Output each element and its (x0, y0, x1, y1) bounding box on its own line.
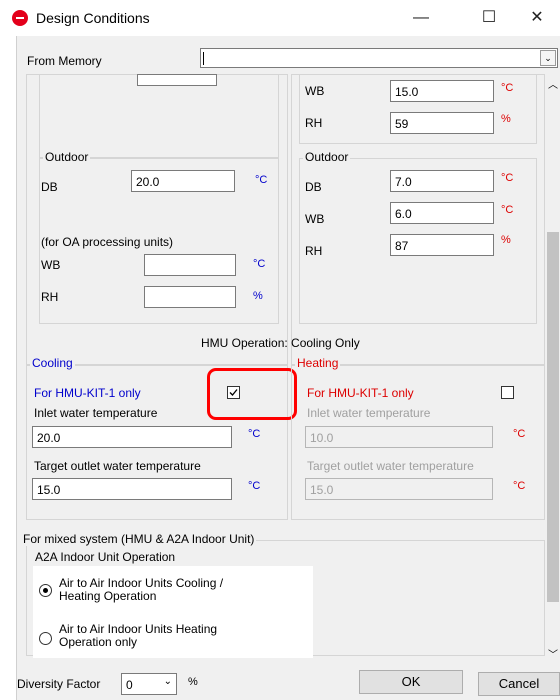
outdoor-left-title: Outdoor (43, 150, 91, 164)
outdoor-right-db-field[interactable]: 7.0 (390, 170, 494, 192)
indoor-rh-label: RH (305, 116, 323, 130)
window-title: Design Conditions (36, 10, 150, 26)
scrollbar-thumb[interactable] (547, 232, 559, 602)
outdoor-left-db-unit: °C (255, 174, 268, 186)
outdoor-left-wb-unit: °C (253, 258, 266, 270)
mixed-system-title: For mixed system (HMU & A2A Indoor Unit) (21, 532, 257, 546)
outdoor-left-rh-unit: % (253, 290, 263, 302)
outdoor-right-wb-unit: °C (501, 204, 514, 216)
dialog-body: From Memory ⌄ ︿ ﹀ WB 15.0 °C RH 59 % Out… (16, 36, 560, 700)
hmu-operation-label: HMU Operation: Cooling Only (201, 336, 360, 350)
a2a-operation-subtitle: A2A Indoor Unit Operation (35, 550, 176, 564)
diversity-factor-label: Diversity Factor (17, 677, 101, 691)
heating-kit-checkbox[interactable] (501, 386, 514, 399)
cooling-inlet-field[interactable]: 20.0 (32, 426, 232, 448)
diversity-factor-select[interactable]: 0 ⌄ (121, 673, 177, 695)
indoor-rh-field[interactable]: 59 (390, 112, 494, 134)
radio-dot-icon (43, 588, 48, 593)
indoor-wb-label: WB (305, 84, 325, 98)
a2a-option1-line2[interactable]: Heating Operation (59, 589, 156, 603)
minimize-button[interactable]: — (398, 4, 444, 32)
outa-processing-note: (for OA processing units) (41, 235, 174, 249)
heating-kit-label: For HMU-KIT-1 only (307, 386, 414, 400)
scroll-down-icon[interactable]: ﹀ (548, 646, 558, 661)
highlight-box (207, 368, 297, 420)
heating-inlet-label: Inlet water temperature (307, 406, 431, 420)
close-button[interactable]: ✕ (514, 4, 560, 32)
outdoor-left-rh-label: RH (41, 290, 59, 304)
outdoor-left-db-field[interactable]: 20.0 (131, 170, 235, 192)
maximize-button[interactable]: ☐ (466, 4, 512, 32)
outdoor-right-title: Outdoor (303, 150, 351, 164)
cooling-target-label: Target outlet water temperature (34, 459, 201, 473)
indoor-wb-unit: °C (501, 82, 514, 94)
outdoor-left-db-label: DB (41, 180, 58, 194)
from-memory-combo[interactable]: ⌄ (200, 48, 558, 68)
outdoor-right-wb-label: WB (305, 212, 325, 226)
cooling-target-unit: °C (248, 480, 261, 492)
outdoor-right-db-unit: °C (501, 172, 514, 184)
from-memory-label: From Memory (27, 54, 102, 68)
indoor-wb-field[interactable]: 15.0 (390, 80, 494, 102)
app-logo-icon (12, 10, 28, 26)
heating-target-unit: °C (513, 480, 526, 492)
cooling-title: Cooling (30, 356, 75, 370)
ok-button[interactable]: OK (359, 670, 463, 694)
indoor-left-field[interactable] (137, 74, 217, 86)
outdoor-left-wb-label: WB (41, 258, 61, 272)
outdoor-right-rh-unit: % (501, 234, 511, 246)
heating-inlet-unit: °C (513, 428, 526, 440)
heating-title: Heating (295, 356, 341, 370)
a2a-option2-line2[interactable]: Operation only (59, 635, 137, 649)
text-caret (203, 52, 204, 65)
cooling-target-field[interactable]: 15.0 (32, 478, 232, 500)
cooling-kit-label: For HMU-KIT-1 only (34, 386, 141, 400)
chevron-down-icon[interactable]: ⌄ (540, 50, 556, 66)
outdoor-right-rh-label: RH (305, 244, 323, 258)
outdoor-right-rh-field[interactable]: 87 (390, 234, 494, 256)
a2a-option1-line1[interactable]: Air to Air Indoor Units Cooling / (59, 576, 223, 590)
chevron-down-icon: ⌄ (163, 676, 172, 687)
indoor-left-group (39, 74, 279, 158)
outdoor-right-db-label: DB (305, 180, 322, 194)
a2a-heating-only-radio[interactable] (39, 632, 52, 645)
diversity-factor-unit: % (188, 676, 198, 688)
indoor-rh-unit: % (501, 113, 511, 125)
heating-inlet-field[interactable]: 10.0 (305, 426, 493, 448)
vertical-scrollbar[interactable]: ︿ ﹀ (545, 72, 560, 662)
outdoor-left-wb-field[interactable] (144, 254, 236, 276)
heating-target-field[interactable]: 15.0 (305, 478, 493, 500)
heating-target-label: Target outlet water temperature (307, 459, 474, 473)
outdoor-right-wb-field[interactable]: 6.0 (390, 202, 494, 224)
diversity-factor-value: 0 (126, 678, 133, 692)
cancel-button[interactable]: Cancel (478, 672, 560, 696)
title-bar: Design Conditions — ☐ ✕ (0, 0, 560, 34)
a2a-cooling-heating-radio[interactable] (39, 584, 52, 597)
a2a-option2-line1[interactable]: Air to Air Indoor Units Heating (59, 622, 217, 636)
cooling-inlet-label: Inlet water temperature (34, 406, 158, 420)
scroll-up-icon[interactable]: ︿ (548, 76, 558, 91)
cooling-inlet-unit: °C (248, 428, 261, 440)
outdoor-left-rh-field[interactable] (144, 286, 236, 308)
